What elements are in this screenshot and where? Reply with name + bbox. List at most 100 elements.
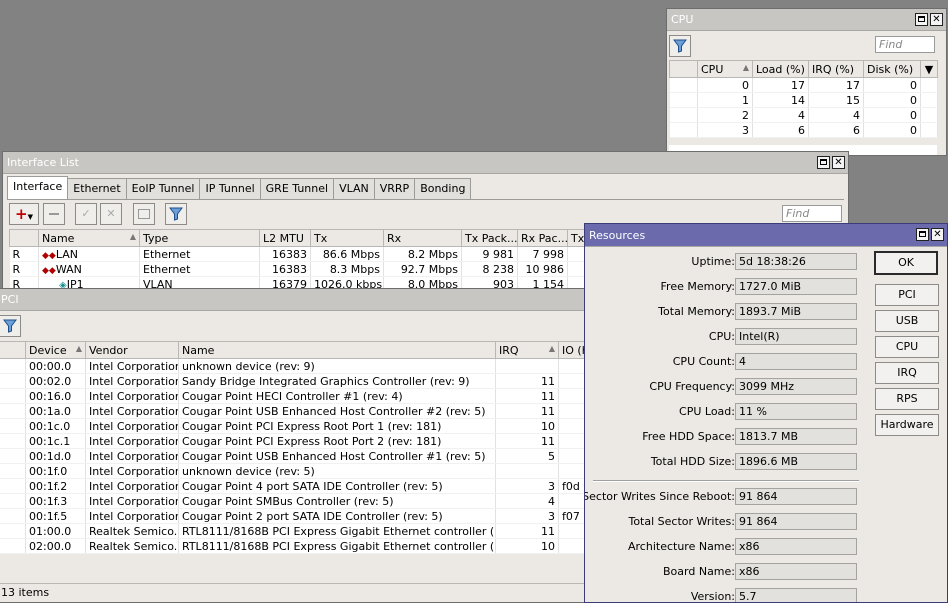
device-cell: 00:1d.0 [25,448,86,464]
table-row[interactable]: 00:1a.0 Intel Corporation Cougar Point USB… [0,403,597,419]
column-header-cpu[interactable]: CPU ▲ [697,60,753,78]
disable-button[interactable]: ✕ [100,203,122,225]
filter-button[interactable] [669,35,691,57]
pci-button[interactable]: PCI [875,284,939,306]
column-header-device[interactable]: Device ▲ [25,341,86,359]
cpu-button[interactable]: CPU [875,336,939,358]
column-header-rx[interactable]: Rx [383,229,462,247]
resources-window-titlebar[interactable]: Resources ✕ [585,224,947,247]
name-cell: Cougar Point USB Enhanced Host Controlle… [178,403,496,419]
hardware-button[interactable]: Hardware [875,414,939,436]
remove-button[interactable] [43,203,65,225]
maximize-button[interactable] [817,156,830,169]
irq-cell: 11 [495,433,559,449]
table-row[interactable]: 00:00.0 Intel Corporation unknown device (… [0,358,597,374]
table-row[interactable]: 00:1f.2 Intel Corporation Cougar Point 4 p… [0,478,597,494]
enable-button[interactable]: ✓ [75,203,97,225]
maximize-button[interactable] [915,13,928,26]
column-header-disk[interactable]: Disk (%) [863,60,921,78]
pci-window-title: PCI [1,293,19,306]
table-row[interactable]: 2440 [669,107,938,123]
column-header-irq[interactable]: IRQ ▲ [495,341,559,359]
irq-cell [495,358,559,374]
irq-cell: 3 [495,508,559,524]
table-row[interactable]: 3660 [669,122,938,138]
column-header-vendor[interactable]: Vendor [85,341,179,359]
column-header-type[interactable]: Type [139,229,260,247]
tab-bonding[interactable]: Bonding [414,178,472,199]
tab-ethernet[interactable]: Ethernet [67,178,127,199]
tab-vlan[interactable]: VLAN [333,178,375,199]
table-row[interactable]: 00:1f.0 Intel Corporation unknown device (… [0,463,597,479]
close-button[interactable]: ✕ [931,228,944,241]
irq-cell: 11 [495,523,559,539]
comment-button[interactable] [133,203,155,225]
column-header-l2mtu[interactable]: L2 MTU [259,229,311,247]
filter-button[interactable] [0,315,21,337]
column-header-name[interactable]: Name ▲ [38,229,140,247]
irq-cell [495,463,559,479]
close-button[interactable]: ✕ [832,156,845,169]
rps-button[interactable]: RPS [875,388,939,410]
find-input[interactable]: Find [875,36,935,53]
tab-eoip-tunnel[interactable]: EoIP Tunnel [125,178,201,199]
column-menu-button[interactable]: ▼ [920,60,938,78]
table-row[interactable]: 00:16.0 Intel Corporation Cougar Point HEC… [0,388,597,404]
device-cell: 01:00.0 [25,523,86,539]
field-label: CPU Frequency: [649,380,735,393]
resource-field: Architecture Name: x86 [585,538,865,557]
irq-button[interactable]: IRQ [875,362,939,384]
name-cell: Cougar Point HECI Controller #1 (rev: 4) [178,388,496,404]
vendor-cell: Intel Corporation [85,403,179,419]
field-value: 91 864 [735,488,857,505]
usb-button[interactable]: USB [875,310,939,332]
column-header-tx-packets[interactable]: Tx Pack... [461,229,518,247]
column-header-load[interactable]: Load (%) [752,60,809,78]
irq-cell: 11 [495,373,559,389]
field-value: x86 [735,563,857,580]
ok-button[interactable]: OK [874,251,938,275]
name-cell: RTL8111/8168B PCI Express Gigabit Ethern… [178,523,496,539]
chevron-down-icon: ▼ [27,213,33,221]
table-row[interactable]: 00:02.0 Intel Corporation Sandy Bridge Int… [0,373,597,389]
cpu-window-title: CPU [671,13,694,26]
close-button[interactable]: ✕ [930,13,943,26]
column-header-name[interactable]: Name [178,341,496,359]
find-input[interactable]: Find [782,205,842,222]
column-header-tx[interactable]: Tx [310,229,384,247]
interface-window-titlebar[interactable]: Interface List ✕ [3,152,848,174]
table-row[interactable]: 00:1f.5 Intel Corporation Cougar Point 2 p… [0,508,597,524]
table-row[interactable]: 00:1c.0 Intel Corporation Cougar Point PCI… [0,418,597,434]
tab-ip-tunnel[interactable]: IP Tunnel [199,178,261,199]
table-row[interactable]: 00:1f.3 Intel Corporation Cougar Point SMB… [0,493,597,509]
cpu-window-titlebar[interactable]: CPU ✕ [667,9,946,31]
table-row[interactable]: 00:1c.1 Intel Corporation Cougar Point PCI… [0,433,597,449]
filter-button[interactable] [165,203,187,225]
ethernet-icon: ◆◆ [42,250,56,261]
table-row[interactable]: 0 17 17 0 [669,77,938,93]
cpu-window: CPU ✕ Find CPU ▲ Load (%) IRQ (%) Disk (… [666,8,947,156]
table-row[interactable]: 02:00.0 Realtek Semico... RTL8111/8168B PC… [0,538,597,554]
column-header-flag[interactable] [9,229,39,247]
irq-cell: 3 [495,478,559,494]
sort-asc-icon: ▲ [548,343,555,353]
tab-interface[interactable]: Interface [7,176,69,199]
column-header-irq[interactable]: IRQ (%) [808,60,864,78]
table-row[interactable]: 01:00.0 Realtek Semico... RTL8111/8168B PC… [0,523,597,539]
pci-window-titlebar[interactable]: PCI [0,289,597,311]
tab-vrrp[interactable]: VRRP [373,178,416,199]
minus-icon [49,213,59,215]
table-row[interactable]: 00:1d.0 Intel Corporation Cougar Point USB… [0,448,597,464]
sort-asc-icon: ▲ [742,62,749,72]
table-row[interactable]: R ◆◆LAN Ethernet 16383 86.6 Mbps 8.2 Mbp… [9,246,610,262]
column-header-rx-packets[interactable]: Rx Pac... [517,229,568,247]
table-row[interactable]: R ◆◆WAN Ethernet 16383 8.3 Mbps 92.7 Mbp… [9,261,610,277]
device-cell: 00:1a.0 [25,403,86,419]
vendor-cell: Intel Corporation [85,493,179,509]
tab-gre-tunnel[interactable]: GRE Tunnel [259,178,335,199]
irq-cell: 4 [495,493,559,509]
sort-asc-icon: ▲ [75,343,82,353]
maximize-button[interactable] [916,228,929,241]
table-row[interactable]: 1 14 15 0 [669,92,938,108]
add-button[interactable]: +▼ [9,203,39,225]
